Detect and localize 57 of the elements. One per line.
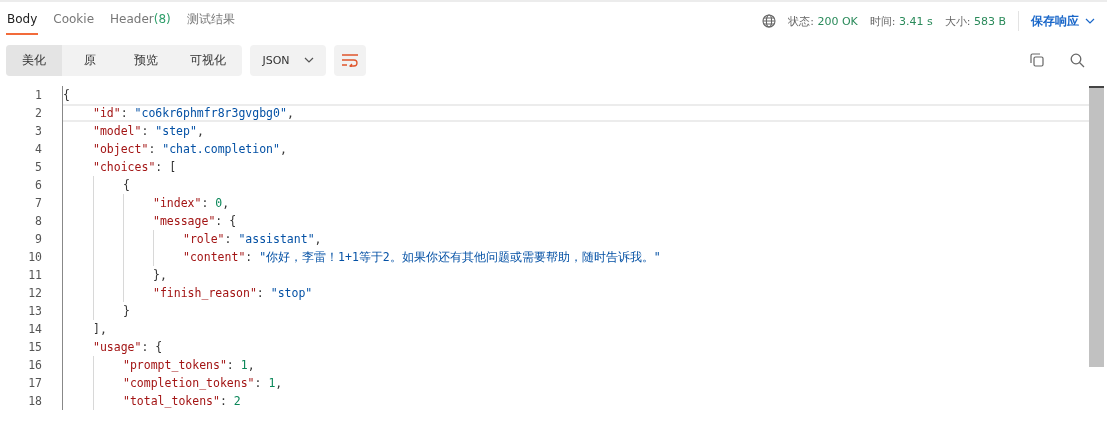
view-mode-tab[interactable]: 可视化	[174, 44, 242, 76]
caret-icon	[303, 57, 314, 63]
code-line: "index": 0,	[153, 195, 230, 212]
line-number: 13	[28, 303, 42, 320]
code-line: "id": "co6kr6phmfr8r3gvgbg0",	[93, 106, 294, 120]
wrap-lines-icon	[341, 53, 359, 67]
code-line: "choices": [	[93, 159, 177, 176]
line-number: 18	[28, 393, 42, 410]
response-tab[interactable]: 测试结果	[185, 2, 236, 35]
code-line: "role": "assistant",	[183, 231, 322, 248]
format-dropdown[interactable]: JSON	[250, 44, 326, 76]
code-line: "completion_tokens": 1,	[123, 375, 283, 392]
code-line: ],	[93, 321, 107, 338]
code-line: "content": "你好，李雷！1+1等于2。如果你还有其他问题或需要帮助，随时告诉我。"	[183, 249, 661, 266]
line-number: 10	[28, 249, 42, 266]
line-number: 17	[28, 375, 42, 392]
globe-icon[interactable]	[762, 14, 777, 28]
response-tab[interactable]: Body	[6, 2, 39, 35]
response-tab[interactable]: Header(8)	[109, 2, 172, 35]
response-tab[interactable]: Cookie	[52, 2, 96, 35]
code-line: {	[123, 177, 130, 194]
line-number: 2	[35, 105, 42, 122]
code-line: "object": "chat.completion",	[93, 141, 287, 158]
wrap-lines-button[interactable]	[334, 44, 366, 76]
status-item: 状态: 200 OK	[788, 13, 858, 29]
view-mode-tab[interactable]: 原	[62, 44, 118, 76]
save-response-button[interactable]: 保存响应	[1031, 12, 1095, 30]
status-item: 时间: 3.41 s	[869, 13, 933, 29]
code-line: "model": "step",	[93, 123, 204, 140]
view-mode-tab[interactable]: 美化	[6, 44, 62, 76]
code-line: {	[63, 87, 70, 104]
code-line: "message": {	[153, 213, 237, 230]
line-number: 6	[35, 177, 42, 194]
line-number: 16	[28, 357, 42, 374]
view-mode-tab[interactable]: 预览	[118, 44, 174, 76]
code-line: },	[153, 267, 167, 284]
code-line: "usage": {	[93, 339, 163, 356]
line-number: 1	[35, 87, 42, 104]
line-number: 11	[28, 267, 42, 284]
line-number: 7	[35, 195, 42, 212]
code-line: "prompt_tokens": 1,	[123, 357, 255, 374]
line-number: 3	[35, 123, 42, 140]
scrollbar[interactable]	[1089, 86, 1104, 367]
code-line: "finish_reason": "stop"	[153, 285, 313, 302]
code-line: "total_tokens": 2	[123, 393, 241, 410]
caret-icon	[1085, 18, 1095, 24]
line-number: 5	[35, 159, 42, 176]
copy-icon[interactable]	[1030, 53, 1044, 67]
line-number: 9	[35, 231, 42, 248]
search-icon[interactable]	[1070, 52, 1085, 68]
code-line: }	[123, 303, 130, 320]
line-number: 8	[35, 213, 42, 230]
line-number: 14	[28, 321, 42, 338]
line-number: 15	[28, 339, 42, 356]
status-item: 大小: 583 B	[944, 13, 1006, 29]
line-number: 4	[35, 141, 42, 158]
line-number: 12	[28, 285, 42, 302]
